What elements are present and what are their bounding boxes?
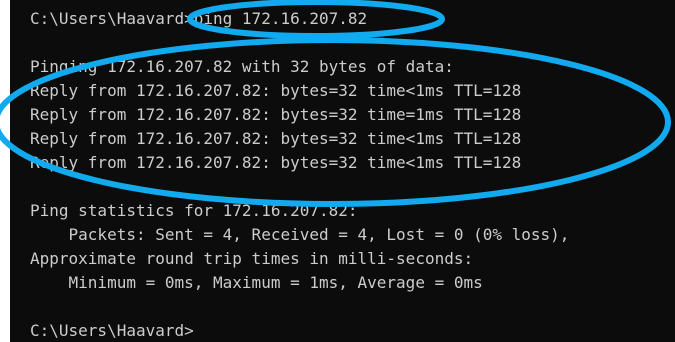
command-highlight-circle <box>187 0 445 39</box>
replies-highlight-circle <box>0 37 671 207</box>
annotation-overlay <box>0 0 671 207</box>
screenshot: C:\Users\Haavard>ping 172.16.207.82 Ping… <box>0 0 675 342</box>
